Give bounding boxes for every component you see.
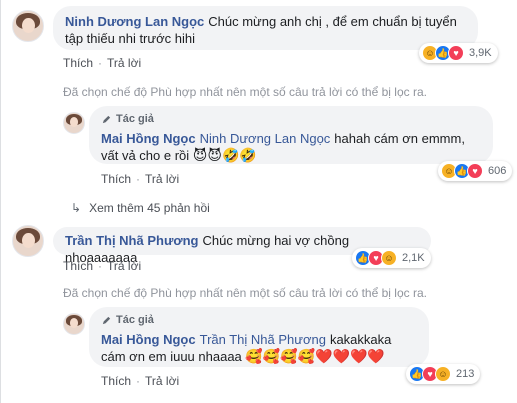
love-reaction-icon: ♥ — [448, 45, 464, 61]
reply-button[interactable]: Trả lời — [145, 172, 179, 186]
like-button[interactable]: Thích — [63, 56, 93, 70]
avatar[interactable] — [12, 225, 44, 257]
reaction-count: 3,9K — [469, 47, 492, 59]
commenter-name[interactable]: Ninh Dương Lan Ngọc — [65, 14, 204, 29]
commenter-name[interactable]: Mai Hồng Ngọc — [101, 131, 196, 146]
avatar[interactable] — [12, 10, 44, 42]
reaction-count: 2,1K — [402, 252, 425, 264]
reply-arrow-icon: ↳ — [71, 201, 82, 215]
haha-reaction-icon: ☺ — [381, 250, 397, 266]
reaction-count: 213 — [456, 368, 475, 380]
comment-bubble: Ninh Dương Lan Ngọc Chúc mừng anh chị , đ… — [53, 6, 478, 50]
comment-actions: Thích · Trả lời — [101, 172, 180, 186]
reply-button[interactable]: Trả lời — [107, 56, 141, 70]
mention-link[interactable]: Ninh Dương Lan Ngọc — [200, 131, 331, 146]
reply-bubble: Tác giả Mai Hồng Ngọc Trần Thị Nhã Phương… — [89, 307, 429, 367]
author-pen-icon — [102, 316, 111, 325]
love-reaction-icon: ♥ — [467, 163, 483, 179]
comment-thread: Ninh Dương Lan Ngọc Chúc mừng anh chị , đ… — [0, 0, 517, 403]
comment-actions: Thích · Trả lời — [63, 259, 142, 273]
reply-button[interactable]: Trả lời — [145, 374, 179, 388]
author-pen-icon — [102, 115, 111, 124]
view-more-replies-link[interactable]: ↳ Xem thêm 45 phản hồi — [71, 201, 210, 215]
reply-bubble: Tác giả Mai Hồng Ngọc Ninh Dương Lan Ngọc… — [89, 106, 493, 164]
reaction-summary[interactable]: ☺ 👍 ♥ 3,9K — [419, 43, 498, 63]
commenter-name[interactable]: Mai Hồng Ngọc — [101, 332, 196, 347]
avatar[interactable] — [63, 112, 85, 134]
author-badge: Tác giả — [101, 111, 481, 128]
reaction-summary[interactable]: 👍 ♥ ☺ 2,1K — [352, 248, 431, 268]
reaction-count: 606 — [488, 165, 507, 177]
author-badge: Tác giả — [101, 312, 417, 329]
reaction-summary[interactable]: ☺ 👍 ♥ 606 — [438, 161, 513, 181]
comment-actions: Thích · Trả lời — [101, 374, 180, 388]
like-button[interactable]: Thích — [63, 259, 93, 273]
emoji-text: 🥰🥰🥰🥰❤️❤️❤️❤️ — [245, 348, 385, 364]
like-button[interactable]: Thích — [101, 172, 131, 186]
reaction-summary[interactable]: 👍 ♥ ☺ 213 — [406, 364, 481, 384]
like-button[interactable]: Thích — [101, 374, 131, 388]
avatar[interactable] — [63, 313, 85, 335]
filter-note: Đã chọn chế độ Phù hợp nhất nên một số c… — [63, 85, 427, 99]
filter-note: Đã chọn chế độ Phù hợp nhất nên một số c… — [63, 286, 427, 300]
emoji-text: 😈😈🤣🤣 — [192, 147, 257, 163]
comment-actions: Thích · Trả lời — [63, 56, 142, 70]
mention-link[interactable]: Trần Thị Nhã Phương — [200, 332, 326, 347]
reply-button[interactable]: Trả lời — [107, 259, 141, 273]
commenter-name[interactable]: Trần Thị Nhã Phương — [65, 233, 199, 248]
haha-reaction-icon: ☺ — [435, 366, 451, 382]
